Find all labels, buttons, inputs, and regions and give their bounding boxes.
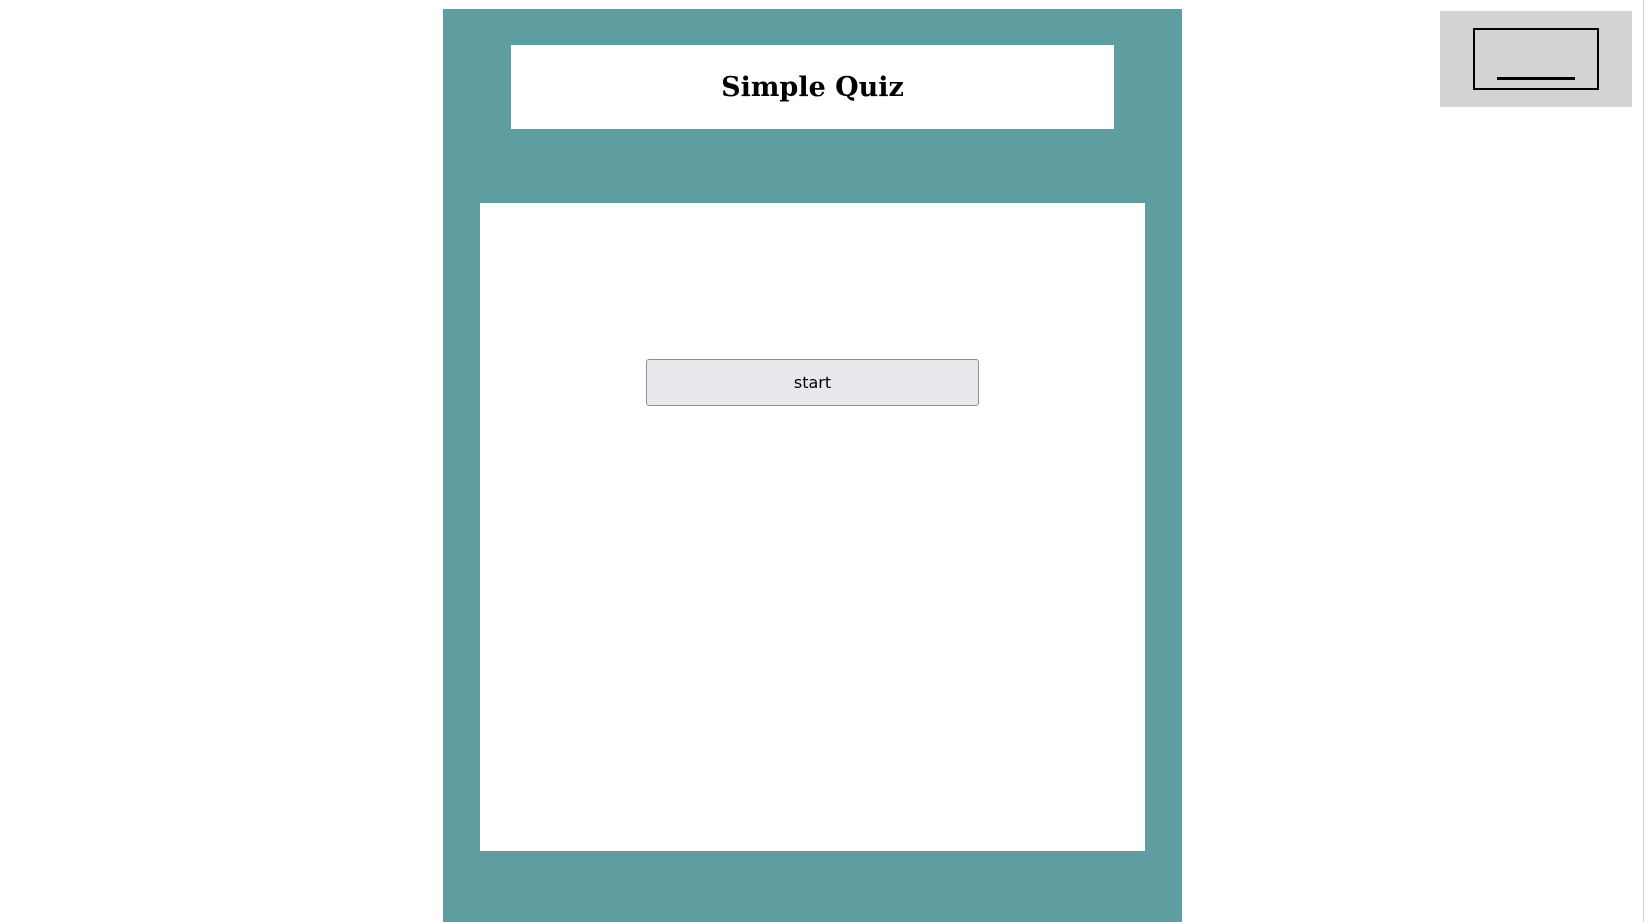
start-button[interactable]: start: [646, 359, 979, 406]
quiz-panel: Simple Quiz start: [443, 9, 1182, 922]
minimize-icon: [1497, 77, 1575, 80]
page: Simple Quiz start: [0, 0, 1646, 922]
minimize-toggle-button[interactable]: [1473, 28, 1599, 90]
page-title: Simple Quiz: [721, 71, 904, 103]
quiz-content-area: start: [480, 203, 1145, 851]
title-box: Simple Quiz: [511, 45, 1114, 129]
corner-widget: [1440, 11, 1632, 107]
window-edge-divider: [1643, 0, 1644, 922]
